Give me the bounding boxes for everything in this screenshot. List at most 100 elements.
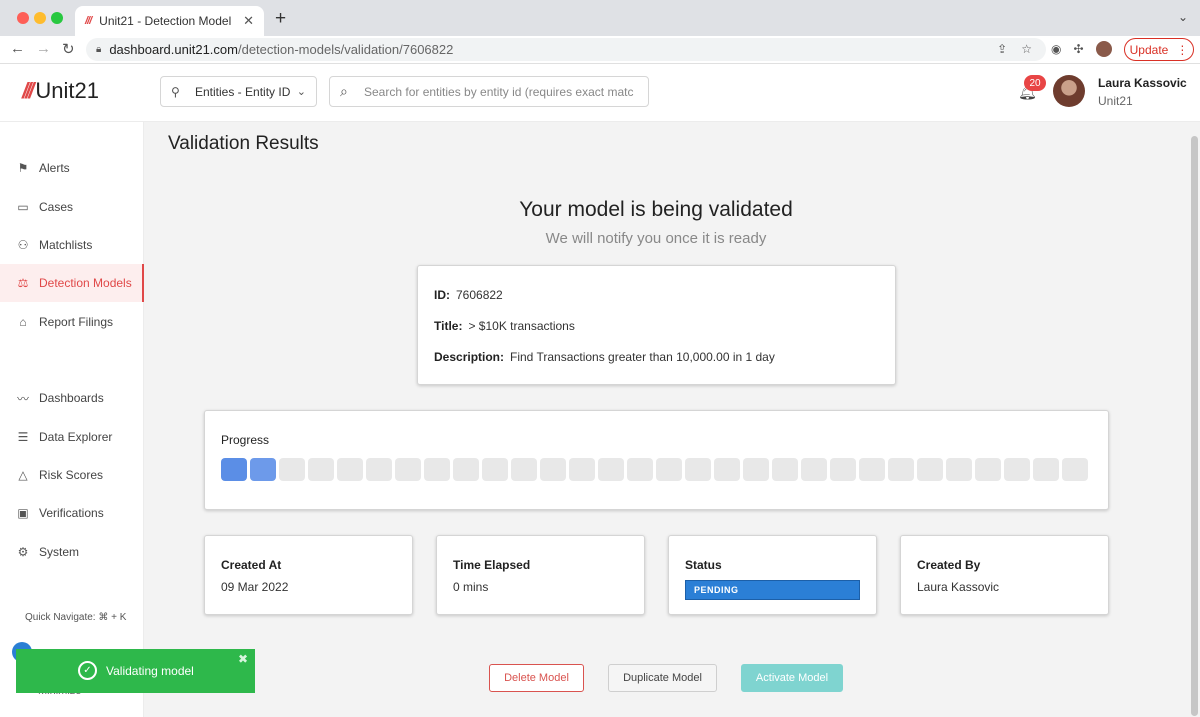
- progress-segment: [830, 458, 856, 481]
- sidebar-item-alerts[interactable]: ⚑ Alerts: [0, 149, 144, 187]
- sidebar-item-label: Data Explorer: [39, 430, 113, 444]
- created-by-card: Created By Laura Kassovic: [900, 535, 1109, 615]
- update-label: Update: [1129, 42, 1169, 57]
- scale-icon: ⚖: [17, 276, 29, 290]
- scrollbar-thumb[interactable]: [1191, 136, 1198, 716]
- user-org: Unit21: [1098, 94, 1133, 108]
- model-id-value: 7606822: [456, 288, 503, 302]
- entity-select-label: Entities - Entity ID: [195, 84, 291, 99]
- line-chart-icon: 〰: [16, 391, 29, 406]
- url-host: dashboard.unit21.com: [109, 42, 238, 57]
- progress-segment: [308, 458, 334, 481]
- duplicate-model-button[interactable]: Duplicate Model: [608, 664, 717, 692]
- sidebar-item-data-explorer[interactable]: ☰ Data Explorer: [0, 418, 144, 456]
- url-path: /detection-models/validation/7606822: [237, 42, 454, 57]
- sidebar-item-risk-scores[interactable]: △ Risk Scores: [0, 456, 144, 494]
- maximize-window-button[interactable]: [51, 12, 63, 24]
- minimize-window-button[interactable]: [34, 12, 46, 24]
- created-by-label: Created By: [917, 558, 981, 572]
- tab-search-icon[interactable]: ⌄: [1178, 10, 1188, 24]
- progress-segment: [395, 458, 421, 481]
- sidebar-item-label: Detection Models: [39, 276, 132, 290]
- unit21-logo[interactable]: /// Unit21: [22, 78, 99, 104]
- model-title-row: Title: > $10K transactions: [434, 319, 879, 333]
- notification-count-badge: 20: [1024, 75, 1046, 91]
- sidebar-item-system[interactable]: ⚙ System: [0, 533, 144, 571]
- progress-segment: [859, 458, 885, 481]
- created-at-label: Created At: [221, 558, 282, 572]
- model-title-value: > $10K transactions: [468, 319, 575, 333]
- profile-avatar-icon[interactable]: [1095, 41, 1112, 57]
- user-name[interactable]: Laura Kassovic: [1098, 76, 1187, 90]
- sidebar-item-label: Verifications: [39, 506, 104, 520]
- sidebar-item-cases[interactable]: ▭ Cases: [0, 188, 144, 226]
- sidebar-item-label: Alerts: [39, 161, 70, 175]
- logo-mark-icon: ///: [22, 78, 34, 103]
- sidebar-item-label: Matchlists: [39, 238, 93, 252]
- progress-segment: [453, 458, 479, 481]
- search-icon: ⌕: [340, 83, 348, 99]
- sidebar-item-label: Risk Scores: [39, 468, 104, 482]
- progress-segment: [1004, 458, 1030, 481]
- validation-subline: We will notify you once it is ready: [545, 230, 767, 247]
- sidebar-item-detection-models[interactable]: ⚖ Detection Models: [0, 264, 144, 302]
- entity-search[interactable]: ⌕: [329, 76, 649, 107]
- progress-bar: [221, 458, 1092, 481]
- entity-search-input[interactable]: [364, 84, 634, 99]
- user-icon: ⚲: [171, 84, 180, 99]
- progress-segment: [714, 458, 740, 481]
- id-card-icon: ▣: [17, 506, 29, 520]
- close-window-button[interactable]: [17, 12, 29, 24]
- progress-segment: [337, 458, 363, 481]
- progress-segment: [569, 458, 595, 481]
- unit21-favicon-icon: ///: [85, 15, 92, 27]
- progress-segment: [598, 458, 624, 481]
- progress-segment: [975, 458, 1001, 481]
- sidebar-item-report-filings[interactable]: ⌂ Report Filings: [0, 303, 144, 341]
- delete-model-button[interactable]: Delete Model: [489, 664, 584, 692]
- sidebar-item-label: Cases: [39, 200, 74, 214]
- share-icon[interactable]: ⇪: [997, 42, 1007, 56]
- entity-type-select[interactable]: ⚲ Entities - Entity ID ⌄: [160, 76, 317, 107]
- url-bar[interactable]: 🔒︎ dashboard.unit21.com/detection-models…: [86, 38, 1046, 61]
- sidebar-item-label: Report Filings: [39, 315, 114, 329]
- new-tab-button[interactable]: +: [275, 8, 286, 30]
- sidebar-item-label: System: [39, 545, 80, 559]
- extension-icon[interactable]: ◉: [1051, 42, 1061, 56]
- status-card: Status PENDING: [668, 535, 877, 615]
- back-arrow-icon[interactable]: ←: [10, 40, 25, 57]
- created-at-card: Created At 09 Mar 2022: [204, 535, 413, 615]
- bookmark-star-icon[interactable]: ☆: [1021, 42, 1032, 56]
- progress-segment-filled: [250, 458, 276, 481]
- progress-segment-filled: [221, 458, 247, 481]
- forward-arrow-icon[interactable]: →: [36, 40, 51, 57]
- progress-segment: [1062, 458, 1088, 481]
- logo-text: Unit21: [35, 78, 99, 103]
- model-id-label: ID:: [434, 288, 450, 302]
- model-description-value: Find Transactions greater than 10,000.00…: [510, 350, 775, 364]
- created-by-value: Laura Kassovic: [917, 580, 1000, 594]
- close-tab-icon[interactable]: ✕: [243, 13, 254, 29]
- chevron-down-icon: ⌄: [296, 86, 306, 98]
- browser-tab[interactable]: /// Unit21 - Detection Model ✕: [75, 6, 264, 36]
- progress-segment: [627, 458, 653, 481]
- quick-navigate-hint: Quick Navigate: ⌘ + K: [25, 612, 127, 623]
- update-browser-button[interactable]: Update ⋮: [1124, 38, 1194, 61]
- puzzle-extensions-icon[interactable]: ✣: [1073, 42, 1083, 56]
- progress-segment: [279, 458, 305, 481]
- sidebar-item-dashboards[interactable]: 〰 Dashboards: [0, 379, 144, 417]
- activate-model-button[interactable]: Activate Model: [741, 664, 843, 692]
- created-at-value: 09 Mar 2022: [221, 580, 289, 594]
- progress-segment: [656, 458, 682, 481]
- progress-segment: [482, 458, 508, 481]
- bank-icon: ⌂: [19, 315, 27, 329]
- time-elapsed-label: Time Elapsed: [453, 558, 531, 572]
- model-info-card: ID: 7606822 Title: > $10K transactions Des…: [417, 265, 896, 385]
- close-toast-icon[interactable]: ✖: [238, 652, 248, 666]
- user-x-icon: ⚇: [17, 238, 29, 252]
- reload-icon[interactable]: ↻: [62, 40, 75, 58]
- user-avatar[interactable]: [1053, 75, 1085, 107]
- sidebar-item-matchlists[interactable]: ⚇ Matchlists: [0, 226, 144, 264]
- progress-segment: [366, 458, 392, 481]
- sidebar-item-verifications[interactable]: ▣ Verifications: [0, 494, 144, 532]
